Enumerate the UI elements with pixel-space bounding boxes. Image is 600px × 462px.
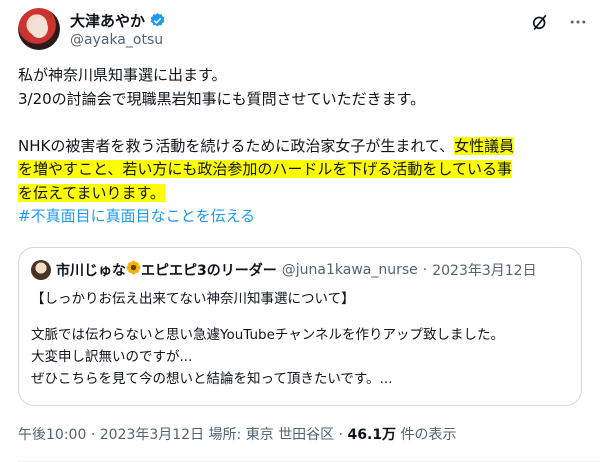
tweet-text: 私が神奈川県知事選に出ます。 3/20の討論会で現職黒岩知事にも質問させていただ…	[18, 64, 584, 229]
quoted-line-2: 文脈では伝わらないと思い急遽YouTubeチャンネルを作りアップ致しました。	[31, 327, 504, 343]
quoted-line-1: 【しっかりお伝え出来てない神奈川知事選について】	[31, 291, 355, 307]
quoted-date[interactable]: 2023年3月12日	[432, 260, 536, 280]
author-handle[interactable]: @ayaka_otsu	[70, 32, 163, 48]
author-display-name[interactable]: 大津あやか	[70, 10, 145, 31]
quoted-handle[interactable]: @juna1kawa_nurse	[282, 262, 418, 278]
quoted-separator: ·	[422, 262, 428, 278]
quoted-tweet[interactable]: 市川じゅな エピエピ3のリーダー @juna1kawa_nurse · 2023年…	[18, 247, 582, 406]
meta-separator-2: ·	[338, 427, 344, 443]
verified-badge-icon	[149, 12, 166, 29]
grok-icon[interactable]	[530, 12, 550, 32]
header-actions	[530, 12, 588, 32]
meta-separator: ·	[90, 427, 96, 443]
quoted-line-3: 大変申し訳無いのですが...	[31, 349, 193, 365]
tweet-line-2: 3/20の討論会で現職黒岩知事にも質問させていただきます。	[18, 89, 426, 108]
tweet-header: 大津あやか @ayaka_otsu	[18, 6, 588, 56]
tweet-line-1: 私が神奈川県知事選に出ます。	[18, 66, 227, 84]
more-icon[interactable]	[568, 12, 588, 32]
view-count-label: 件の表示	[400, 427, 457, 443]
author-name-row[interactable]: 大津あやか	[70, 10, 166, 31]
tweet-location[interactable]: 場所: 東京 世田谷区	[209, 427, 335, 443]
tweet-date[interactable]: 2023年3月12日	[100, 427, 204, 443]
tweet-time[interactable]: 午後10:00	[18, 427, 86, 443]
highlight-segment-3: を伝えてまいります。	[18, 183, 166, 202]
quoted-line-4: ぜひこちらを見て今の想いと結論を知って頂きたいです。...	[31, 371, 393, 387]
avatar[interactable]	[18, 8, 60, 50]
highlight-segment-2: を増やすこと、若い方にも政治参加のハードルを下げる活動をしている事	[18, 160, 512, 178]
quoted-tweet-header: 市川じゅな エピエピ3のリーダー @juna1kawa_nurse · 2023年…	[31, 260, 537, 280]
highlight-segment-1: 女性議員	[454, 136, 515, 155]
tweet-paragraph-2: NHKの被害者を救う活動を続けるために政治家女子が生まれて、女性議員を増やすこと…	[18, 135, 584, 206]
hashtag-link[interactable]: #不真面目に真面目なことを伝える	[18, 207, 255, 225]
sunflower-emoji-icon	[126, 260, 141, 275]
tweet-meta: 午後10:00 · 2023年3月12日 場所: 東京 世田谷区 · 46.1万…	[18, 424, 457, 444]
quoted-tweet-body: 【しっかりお伝え出来てない神奈川知事選について】 文脈では伝わらないと思い急遽Y…	[31, 288, 571, 390]
tweet-plain-text: NHKの被害者を救う活動を続けるために政治家女子が生まれて、	[18, 136, 455, 155]
quoted-avatar[interactable]	[31, 260, 51, 280]
quoted-author-name[interactable]: 市川じゅな エピエピ3のリーダー	[56, 260, 277, 280]
view-count: 46.1万	[347, 427, 397, 443]
